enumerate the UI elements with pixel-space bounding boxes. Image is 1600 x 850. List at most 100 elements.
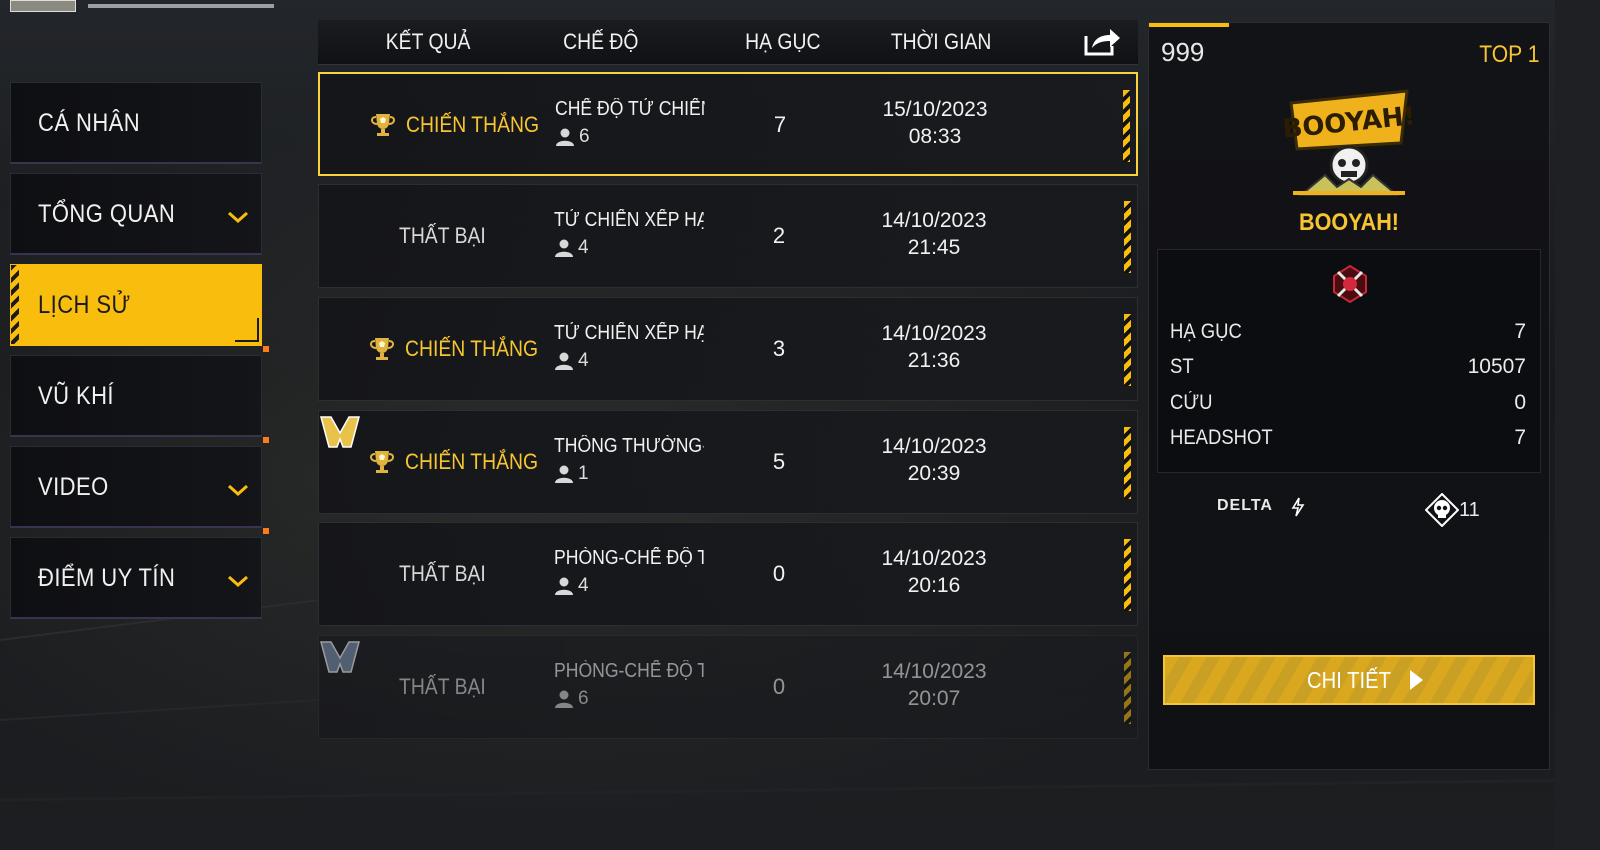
- stat-value: 0: [1514, 391, 1526, 414]
- stat-label: HEADSHOT: [1170, 426, 1273, 449]
- player-count-value: 4: [578, 575, 589, 596]
- header-time: THỜI GIAN: [890, 29, 992, 54]
- rank-label: TOP 1: [1478, 41, 1539, 68]
- match-row[interactable]: CHIẾN THẮNG THÔNG THƯỜNG-I 1 5 14/10/2023 20:…: [318, 410, 1138, 514]
- hazard-stripe: [1124, 314, 1131, 386]
- match-result: THẤT BẠI: [399, 223, 486, 248]
- sidebar-item-label: VŨ KHÍ: [38, 382, 114, 410]
- header-kills: HẠ GỤC: [745, 29, 821, 54]
- match-row[interactable]: CHIẾN THẮNG CHẾ ĐỘ TỬ CHIẾN 6 7 15/10/2023 08…: [318, 72, 1138, 176]
- sidebar-item-0[interactable]: CÁ NHÂN: [10, 82, 262, 164]
- details-button-label: CHI TIẾT: [1307, 667, 1391, 693]
- skull-icon: [1425, 493, 1459, 527]
- match-mode: THÔNG THƯỜNG-I: [554, 435, 704, 457]
- booyah-badge-icon: BOOYAH!: [1281, 89, 1417, 196]
- match-row[interactable]: CHIẾN THẮNG TỬ CHIẾN XẾP HẠ 4 3 14/10/2023 21…: [318, 297, 1138, 401]
- kill-count: 3: [772, 336, 786, 361]
- player-count: 6: [554, 688, 589, 710]
- match-result: THẤT BẠI: [399, 561, 486, 586]
- person-icon: [555, 690, 573, 708]
- kill-count: 2: [772, 223, 786, 248]
- hazard-stripe: [1124, 427, 1131, 499]
- trophy-icon: [371, 114, 395, 136]
- sidebar-item-2[interactable]: LỊCH SỬ: [10, 264, 262, 346]
- chevron-down-icon: [228, 575, 248, 588]
- sidebar-item-label: LỊCH SỬ: [38, 291, 131, 319]
- details-button[interactable]: CHI TIẾT: [1163, 655, 1535, 705]
- kill-count: 0: [772, 674, 786, 699]
- player-count-value: 4: [578, 237, 589, 258]
- chevron-down-icon: [228, 484, 248, 497]
- sidebar-menu: CÁ NHÂN TỔNG QUAN LỊCH SỬ VŨ KHÍ VIDEO ĐIỂM U…: [10, 82, 269, 628]
- match-result: CHIẾN THẮNG: [406, 112, 540, 137]
- player-count: 4: [554, 575, 589, 597]
- match-time: 14/10/2023 21:36: [859, 320, 1009, 374]
- match-row[interactable]: THẤT BẠI TỬ CHIẾN XẾP HẠ 4 2 14/10/2023 21:45: [318, 184, 1138, 288]
- player-count: 6: [555, 126, 590, 148]
- match-history-table: KẾT QUẢ CHẾ ĐỘ HẠ GỤC THỜI GIAN CHIẾN TH…: [318, 20, 1138, 770]
- sidebar-item-label: VIDEO: [38, 473, 109, 501]
- profile-strip: [10, 0, 310, 12]
- panel-accent-bar: [1149, 23, 1229, 27]
- kill-count: 7: [773, 112, 787, 137]
- table-header: KẾT QUẢ CHẾ ĐỘ HẠ GỤC THỜI GIAN: [318, 20, 1138, 65]
- match-mode: CHẾ ĐỘ TỬ CHIẾN: [555, 98, 705, 120]
- weapon-name: DELTA: [1217, 497, 1273, 514]
- match-result: CHIẾN THẮNG: [405, 449, 539, 474]
- profile-progress-bar: [88, 4, 274, 8]
- stat-label: ST: [1170, 355, 1194, 378]
- match-clock: 21:45: [907, 236, 961, 259]
- stat-label: HẠ GỤC: [1170, 320, 1242, 343]
- chevron-down-icon: [228, 211, 248, 224]
- kill-emblem-icon: [1333, 264, 1367, 304]
- match-time: 14/10/2023 20:16: [859, 545, 1009, 599]
- avatar[interactable]: [10, 0, 76, 12]
- notification-dot: [263, 346, 269, 352]
- match-result: CHIẾN THẮNG: [405, 336, 539, 361]
- kill-count: 0: [772, 561, 786, 586]
- mvp-icon: [320, 416, 360, 448]
- match-date: 14/10/2023: [881, 435, 987, 458]
- match-date: 14/10/2023: [881, 209, 987, 232]
- sidebar-item-label: ĐIỂM UY TÍN: [38, 564, 176, 592]
- stat-value: 7: [1514, 426, 1526, 449]
- sidebar-item-3[interactable]: VŨ KHÍ: [10, 346, 269, 437]
- person-icon: [556, 128, 574, 146]
- person-icon: [555, 239, 573, 257]
- mvp-icon: [320, 641, 360, 673]
- match-clock: 08:33: [908, 125, 962, 148]
- sidebar-item-label: CÁ NHÂN: [38, 109, 141, 137]
- match-date: 15/10/2023: [882, 98, 988, 121]
- match-row[interactable]: THẤT BẠI PHÒNG-CHẾ ĐỘ T 6 0 14/10/2023 20:07: [318, 635, 1138, 739]
- match-mode: PHÒNG-CHẾ ĐỘ T: [554, 547, 704, 569]
- player-count: 4: [554, 350, 589, 372]
- sidebar-item-label: TỔNG QUAN: [38, 200, 176, 228]
- player-count-value: 4: [578, 350, 589, 371]
- player-count-value: 1: [578, 463, 589, 484]
- player-count-value: 6: [578, 688, 589, 709]
- match-time: 15/10/2023 08:33: [860, 96, 1010, 150]
- share-icon[interactable]: [1082, 26, 1122, 58]
- kill-count: 5: [772, 449, 786, 474]
- match-clock: 21:36: [907, 349, 961, 372]
- play-arrow-icon: [1410, 670, 1423, 690]
- stat-label: CỨU: [1170, 391, 1213, 414]
- skull-count: 11: [1459, 499, 1480, 521]
- notification-dot: [263, 437, 269, 443]
- notification-dot: [263, 528, 269, 534]
- person-icon: [555, 352, 573, 370]
- sidebar-item-5[interactable]: ĐIỂM UY TÍN: [10, 528, 269, 619]
- sidebar-item-4[interactable]: VIDEO: [10, 437, 269, 528]
- match-result: THẤT BẠI: [399, 674, 486, 699]
- trophy-icon: [370, 338, 394, 360]
- sidebar-item-1[interactable]: TỔNG QUAN: [10, 173, 262, 255]
- match-time: 14/10/2023 20:39: [859, 433, 1009, 487]
- player-count: 1: [554, 463, 589, 485]
- hazard-stripe: [1124, 201, 1131, 273]
- lightning-icon: [1291, 497, 1305, 517]
- match-row[interactable]: THẤT BẠI PHÒNG-CHẾ ĐỘ T 4 0 14/10/2023 20:16: [318, 522, 1138, 626]
- match-detail-panel: 999 TOP 1 BOOYAH! BOOYAH! HẠ GỤC 7 ST 10507…: [1148, 22, 1550, 770]
- match-clock: 20:16: [907, 574, 961, 597]
- stat-value: 7: [1514, 320, 1526, 343]
- stats-box: HẠ GỤC 7 ST 10507 CỨU 0 HEADSHOT 7: [1157, 249, 1541, 473]
